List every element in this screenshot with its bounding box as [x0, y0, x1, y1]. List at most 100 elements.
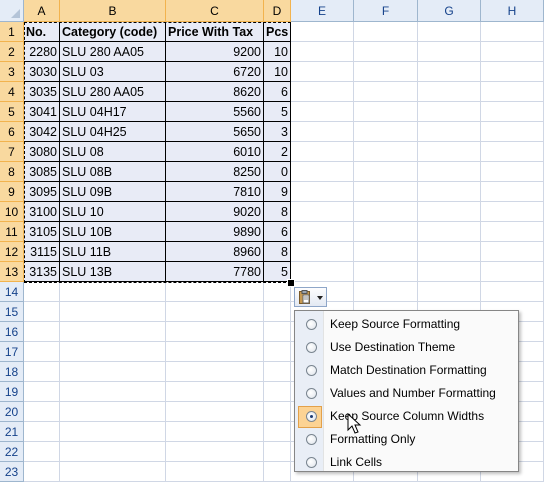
- cell-E11[interactable]: [291, 222, 354, 242]
- table-header-cell[interactable]: Price With Tax: [166, 22, 264, 42]
- cell-F7[interactable]: [354, 142, 418, 162]
- cell-A11[interactable]: 3105: [24, 222, 60, 242]
- cell-E12[interactable]: [291, 242, 354, 262]
- cell-G12[interactable]: [418, 242, 481, 262]
- row-header-14[interactable]: 14: [0, 282, 24, 302]
- table-header-cell[interactable]: No.: [24, 22, 60, 42]
- cell-B3[interactable]: SLU 03: [60, 62, 166, 82]
- cell-D23[interactable]: [264, 462, 291, 482]
- cell-C16[interactable]: [166, 322, 264, 342]
- cell-H7[interactable]: [481, 142, 544, 162]
- cell-D4[interactable]: 6: [264, 82, 291, 102]
- cell-F10[interactable]: [354, 202, 418, 222]
- cell-B17[interactable]: [60, 342, 166, 362]
- row-header-9[interactable]: 9: [0, 182, 24, 202]
- table-header-cell[interactable]: Pcs: [264, 22, 291, 42]
- cell-D7[interactable]: 2: [264, 142, 291, 162]
- cell-H14[interactable]: [481, 282, 544, 302]
- cell-G4[interactable]: [418, 82, 481, 102]
- cell-A13[interactable]: 3135: [24, 262, 60, 282]
- cell-G8[interactable]: [418, 162, 481, 182]
- cell-C18[interactable]: [166, 362, 264, 382]
- cell-B9[interactable]: SLU 09B: [60, 182, 166, 202]
- cell-B7[interactable]: SLU 08: [60, 142, 166, 162]
- cell-A15[interactable]: [24, 302, 60, 322]
- cell-C22[interactable]: [166, 442, 264, 462]
- paste-option-item[interactable]: Values and Number Formatting: [297, 383, 516, 405]
- cell-G3[interactable]: [418, 62, 481, 82]
- cell-A23[interactable]: [24, 462, 60, 482]
- cell-A12[interactable]: 3115: [24, 242, 60, 262]
- row-header-18[interactable]: 18: [0, 362, 24, 382]
- column-header-F[interactable]: F: [354, 0, 418, 22]
- cell-A6[interactable]: 3042: [24, 122, 60, 142]
- column-header-C[interactable]: C: [166, 0, 264, 22]
- cell-C12[interactable]: 8960: [166, 242, 264, 262]
- row-header-22[interactable]: 22: [0, 442, 24, 462]
- cell-B15[interactable]: [60, 302, 166, 322]
- paste-option-item[interactable]: Link Cells: [297, 452, 516, 474]
- cell-E9[interactable]: [291, 182, 354, 202]
- column-header-E[interactable]: E: [291, 0, 354, 22]
- cell-E3[interactable]: [291, 62, 354, 82]
- cell-A9[interactable]: 3095: [24, 182, 60, 202]
- cell-A8[interactable]: 3085: [24, 162, 60, 182]
- row-header-6[interactable]: 6: [0, 122, 24, 142]
- cell-H2[interactable]: [481, 42, 544, 62]
- cell-D21[interactable]: [264, 422, 291, 442]
- cell-H4[interactable]: [481, 82, 544, 102]
- cell-E13[interactable]: [291, 262, 354, 282]
- paste-options-button[interactable]: [294, 287, 327, 307]
- row-header-8[interactable]: 8: [0, 162, 24, 182]
- cell-B18[interactable]: [60, 362, 166, 382]
- table-header-cell[interactable]: Category (code): [60, 22, 166, 42]
- cell-F6[interactable]: [354, 122, 418, 142]
- paste-option-item[interactable]: Formatting Only: [297, 429, 516, 451]
- cell-A18[interactable]: [24, 362, 60, 382]
- cell-B2[interactable]: SLU 280 AA05: [60, 42, 166, 62]
- paste-option-item[interactable]: Match Destination Formatting: [297, 360, 516, 382]
- cell-C21[interactable]: [166, 422, 264, 442]
- cell-D18[interactable]: [264, 362, 291, 382]
- row-header-5[interactable]: 5: [0, 102, 24, 122]
- cell-B5[interactable]: SLU 04H17: [60, 102, 166, 122]
- cell-B20[interactable]: [60, 402, 166, 422]
- cell-F2[interactable]: [354, 42, 418, 62]
- cell-G11[interactable]: [418, 222, 481, 242]
- cell-D5[interactable]: 5: [264, 102, 291, 122]
- cell-C23[interactable]: [166, 462, 264, 482]
- cell-E2[interactable]: [291, 42, 354, 62]
- cell-A4[interactable]: 3035: [24, 82, 60, 102]
- cell-F13[interactable]: [354, 262, 418, 282]
- cell-B8[interactable]: SLU 08B: [60, 162, 166, 182]
- cell-D17[interactable]: [264, 342, 291, 362]
- row-header-7[interactable]: 7: [0, 142, 24, 162]
- cell-E7[interactable]: [291, 142, 354, 162]
- cell-B6[interactable]: SLU 04H25: [60, 122, 166, 142]
- cell-A14[interactable]: [24, 282, 60, 302]
- cell-D8[interactable]: 0: [264, 162, 291, 182]
- row-header-12[interactable]: 12: [0, 242, 24, 262]
- cell-C3[interactable]: 6720: [166, 62, 264, 82]
- cell-H10[interactable]: [481, 202, 544, 222]
- cell-F8[interactable]: [354, 162, 418, 182]
- cell-E10[interactable]: [291, 202, 354, 222]
- cell-H13[interactable]: [481, 262, 544, 282]
- chevron-down-icon[interactable]: [317, 296, 323, 300]
- cell-D10[interactable]: 8: [264, 202, 291, 222]
- cell-F1[interactable]: [354, 22, 418, 42]
- cell-G10[interactable]: [418, 202, 481, 222]
- cell-B23[interactable]: [60, 462, 166, 482]
- cell-G6[interactable]: [418, 122, 481, 142]
- cell-H9[interactable]: [481, 182, 544, 202]
- cell-D16[interactable]: [264, 322, 291, 342]
- cell-A20[interactable]: [24, 402, 60, 422]
- cell-C6[interactable]: 5650: [166, 122, 264, 142]
- cell-A19[interactable]: [24, 382, 60, 402]
- cell-D2[interactable]: 10: [264, 42, 291, 62]
- cell-D22[interactable]: [264, 442, 291, 462]
- cell-F9[interactable]: [354, 182, 418, 202]
- row-header-17[interactable]: 17: [0, 342, 24, 362]
- cell-B19[interactable]: [60, 382, 166, 402]
- cell-C19[interactable]: [166, 382, 264, 402]
